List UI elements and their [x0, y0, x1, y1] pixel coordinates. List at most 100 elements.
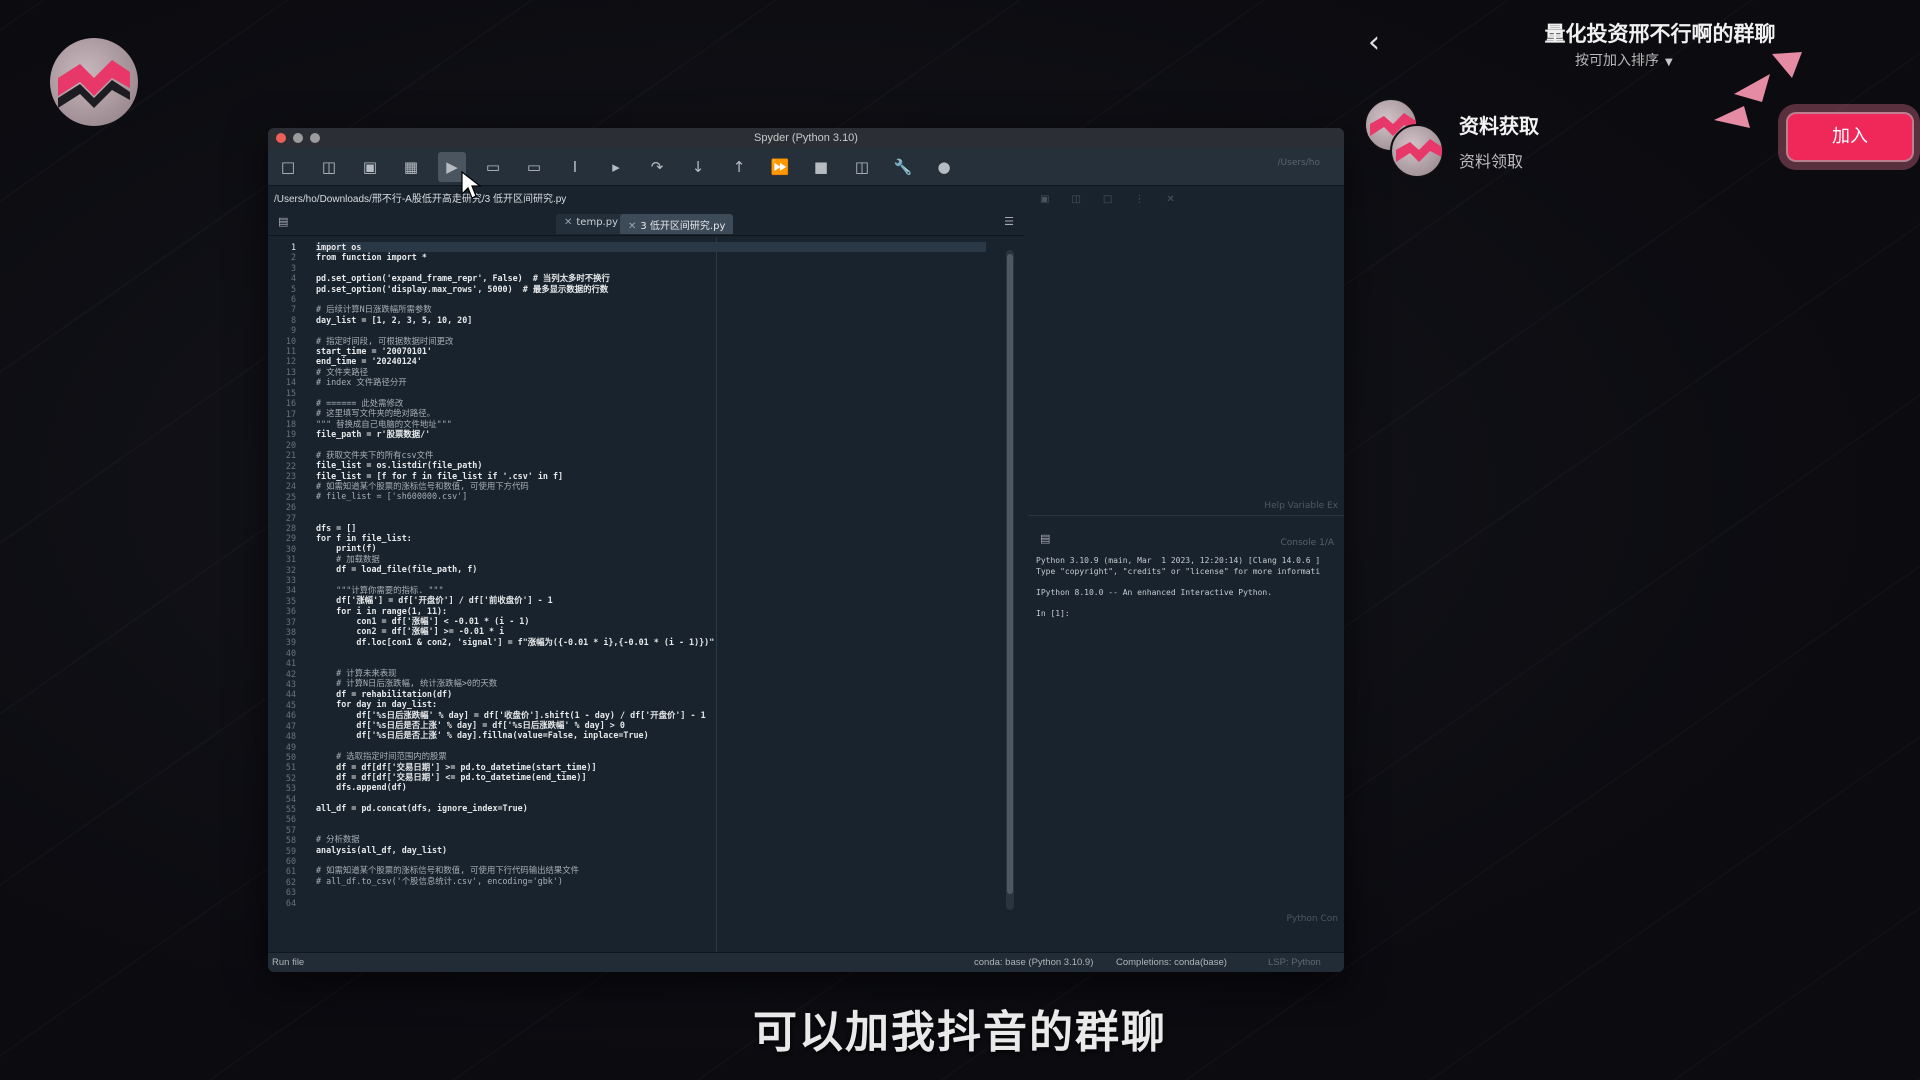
code-line[interactable]: pd.set_option('display.max_rows', 5000) …: [316, 284, 994, 294]
code-line[interactable]: day_list = [1, 2, 3, 5, 10, 20]: [316, 315, 994, 325]
step-return-icon[interactable]: ↑: [725, 152, 753, 182]
code-line[interactable]: [316, 263, 994, 273]
code-line[interactable]: """ 替换成自己电脑的文件地址""": [316, 419, 994, 429]
code-line[interactable]: [316, 824, 994, 834]
run-cell-advance-icon[interactable]: ▭: [520, 152, 548, 182]
sort-selector[interactable]: 按可加入排序 ▼: [1575, 50, 1673, 70]
code-line[interactable]: [316, 855, 994, 865]
tab-temp-py[interactable]: ✕ temp.py: [556, 214, 626, 234]
delete-icon[interactable]: □: [1103, 194, 1112, 205]
code-editor[interactable]: 1 2 3 4 5 6 7 8 9 10 11 12 13 14 15 16 17 18 19 20 21 22 23 24 2…: [268, 238, 1024, 952]
python-path-icon[interactable]: ●: [930, 152, 958, 182]
status-lsp[interactable]: LSP: Python: [1268, 957, 1321, 968]
code-line[interactable]: # 如需知道某个股票的涨标信号和数值, 可使用下行代码输出结果文件: [316, 865, 994, 875]
code-line[interactable]: # all_df.to_csv('个股信息统计.csv', encoding='…: [316, 876, 994, 886]
code-line[interactable]: pd.set_option('expand_frame_repr', False…: [316, 273, 994, 283]
tab-current-file[interactable]: ✕ 3 低开区间研究.py: [620, 214, 734, 234]
code-line[interactable]: # 如需知道某个股票的涨标信号和数值, 可使用下方代码: [316, 481, 994, 491]
console-prompt[interactable]: In [1]:: [1036, 609, 1336, 620]
code-line[interactable]: df = df[df['交易日期'] >= pd.to_datetime(sta…: [316, 762, 994, 772]
help-tab-labels[interactable]: Help Variable Ex: [1264, 501, 1338, 511]
code-line[interactable]: for day in day_list:: [316, 699, 994, 709]
code-line[interactable]: analysis(all_df, day_list): [316, 845, 994, 855]
code-line[interactable]: [316, 741, 994, 751]
code-line[interactable]: file_list = [f for f in file_list if '.c…: [316, 471, 994, 481]
code-line[interactable]: df['%s日后是否上涨' % day] = df['%s日后涨跌幅' % da…: [316, 720, 994, 730]
code-line[interactable]: df = df[df['交易日期'] <= pd.to_datetime(end…: [316, 772, 994, 782]
code-line[interactable]: [316, 647, 994, 657]
code-line[interactable]: [316, 813, 994, 823]
working-directory[interactable]: /Users/ho: [1278, 158, 1320, 168]
close-tab-icon[interactable]: ✕: [628, 221, 636, 232]
tab-console[interactable]: Console 1/A: [1280, 538, 1334, 548]
code-line[interactable]: [316, 793, 994, 803]
code-line[interactable]: # 选取指定时间范围内的股票: [316, 751, 994, 761]
code-line[interactable]: end_time = '20240124': [316, 356, 994, 366]
code-line[interactable]: dfs.append(df): [316, 782, 994, 792]
new-file-icon[interactable]: □: [274, 152, 302, 182]
code-line[interactable]: [316, 439, 994, 449]
code-line[interactable]: dfs = []: [316, 523, 994, 533]
save-all-icon[interactable]: ▦: [397, 152, 425, 182]
code-line[interactable]: # 获取文件夹下的所有csv文件: [316, 450, 994, 460]
debug-file-icon[interactable]: ▸: [602, 152, 630, 182]
status-completions[interactable]: Completions: conda(base): [1116, 957, 1227, 968]
code-line[interactable]: # 计算N日后涨跌幅, 统计涨跌幅>0的天数: [316, 678, 994, 688]
step-into-icon[interactable]: ↓: [684, 152, 712, 182]
code-line[interactable]: print(f): [316, 543, 994, 553]
pane-options-icon[interactable]: ☰: [1004, 215, 1014, 228]
code-line[interactable]: df['%s日后涨跌幅' % day] = df['收盘价'].shift(1 …: [316, 710, 994, 720]
code-line[interactable]: df = rehabilitation(df): [316, 689, 994, 699]
code-line[interactable]: [316, 294, 994, 304]
tab-python-console[interactable]: Python Con: [1286, 914, 1338, 924]
save-icon[interactable]: ▣: [1040, 194, 1049, 205]
code-line[interactable]: import os: [316, 242, 986, 253]
code-line[interactable]: df['涨幅'] = df['开盘价'] / df['前收盘价'] - 1: [316, 595, 994, 605]
code-line[interactable]: con2 = df['涨幅'] >= -0.01 * i: [316, 626, 994, 636]
code-line[interactable]: df.loc[con1 & con2, 'signal'] = f"涨幅为({-…: [316, 637, 994, 647]
code-line[interactable]: file_list = os.listdir(file_path): [316, 460, 994, 470]
status-env[interactable]: conda: base (Python 3.10.9): [974, 957, 1093, 968]
run-selection-icon[interactable]: I: [561, 152, 589, 182]
scrollbar-thumb[interactable]: [1007, 254, 1013, 894]
code-line[interactable]: # 计算未来表现: [316, 668, 994, 678]
maximize-pane-icon[interactable]: ◫: [848, 152, 876, 182]
ipython-console[interactable]: ▤ Console 1/A Python 3.10.9 (main, Mar 1…: [1028, 524, 1344, 924]
filter-icon[interactable]: ⋮: [1134, 194, 1144, 205]
join-button[interactable]: 加入: [1788, 114, 1912, 160]
code-line[interactable]: file_path = r'股票数据/': [316, 429, 994, 439]
code-line[interactable]: [316, 658, 994, 668]
code-line[interactable]: # index 文件路径分开: [316, 377, 994, 387]
code-line[interactable]: [316, 387, 994, 397]
code-line[interactable]: # file_list = ['sh600000.csv']: [316, 491, 994, 501]
code-line[interactable]: [316, 325, 994, 335]
code-line[interactable]: con1 = df['涨幅'] < -0.01 * (i - 1): [316, 616, 994, 626]
continue-icon[interactable]: ⏩: [766, 152, 794, 182]
save-icon[interactable]: ▣: [356, 152, 384, 182]
code-line[interactable]: # 分析数据: [316, 834, 994, 844]
profile-avatar[interactable]: [50, 38, 138, 126]
code-line[interactable]: [316, 897, 994, 907]
console-output[interactable]: Python 3.10.9 (main, Mar 1 2023, 12:20:1…: [1028, 550, 1344, 625]
debug-step-icon[interactable]: ↷: [643, 152, 671, 182]
code-line[interactable]: # 后续计算N日涨跌幅所需参数: [316, 304, 994, 314]
code-line[interactable]: # 文件夹路径: [316, 367, 994, 377]
chevron-left-icon[interactable]: ‹: [1368, 28, 1392, 60]
code-line[interactable]: from function import *: [316, 252, 994, 262]
code-line[interactable]: df['%s日后是否上涨' % day].fillna(value=False,…: [316, 730, 994, 740]
browse-tabs-icon[interactable]: ▤: [278, 215, 288, 228]
code-line[interactable]: [316, 512, 994, 522]
code-line[interactable]: # 加载数据: [316, 554, 994, 564]
close-tab-icon[interactable]: ✕: [564, 217, 572, 228]
code-line[interactable]: # ====== 此处需修改: [316, 398, 994, 408]
code-line[interactable]: for i in range(1, 11):: [316, 606, 994, 616]
code-line[interactable]: [316, 575, 994, 585]
code-line[interactable]: df = load_file(file_path, f): [316, 564, 994, 574]
code-line[interactable]: [316, 502, 994, 512]
code-line[interactable]: [316, 886, 994, 896]
import-icon[interactable]: ◫: [1071, 194, 1080, 205]
code-line[interactable]: """计算你需要的指标. """: [316, 585, 994, 595]
code-line[interactable]: # 指定时间段, 可根据数据时间更改: [316, 336, 994, 346]
close-icon[interactable]: ✕: [1166, 194, 1174, 205]
code-lines[interactable]: import os from function import * pd.set_o…: [316, 242, 994, 907]
